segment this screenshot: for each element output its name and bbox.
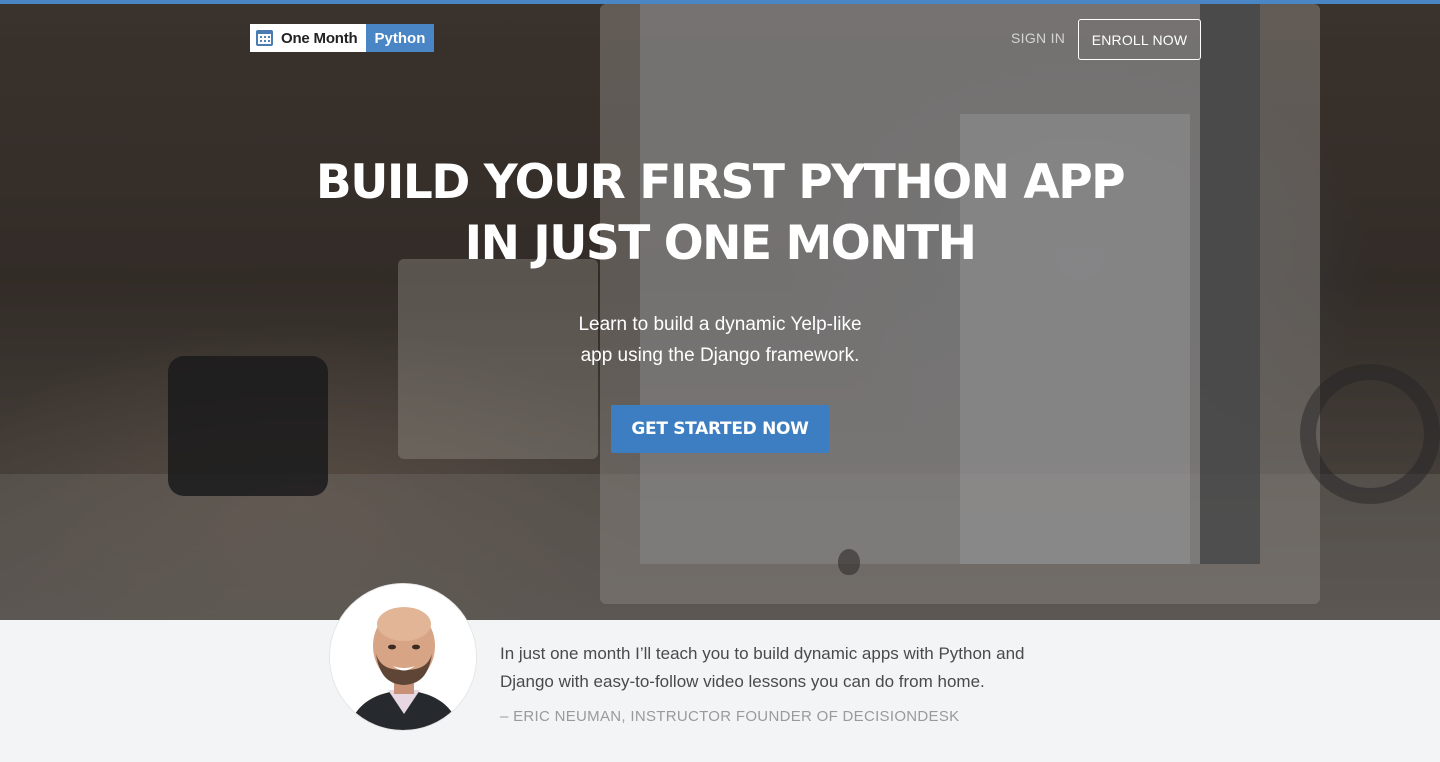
- logo-secondary-text: Python: [374, 29, 426, 47]
- site-logo[interactable]: One Month Python: [250, 24, 435, 52]
- logo-primary-text: One Month: [281, 29, 358, 47]
- hero-subtitle-line-2: app using the Django framework.: [580, 345, 860, 366]
- hero-subtitle: Learn to build a dynamic Yelp-like app u…: [520, 309, 920, 371]
- logo-primary-block: One Month: [250, 24, 366, 52]
- testimonial-author: – ERIC NEUMAN, INSTRUCTOR FOUNDER OF DEC…: [500, 708, 960, 725]
- hero-title-line-2: IN JUST ONE MONTH: [464, 216, 977, 271]
- testimonial-quote: In just one month I’ll teach you to buil…: [500, 644, 1025, 691]
- calendar-icon: [256, 30, 273, 46]
- sign-in-link[interactable]: SIGN IN: [1011, 30, 1065, 46]
- get-started-button[interactable]: GET STARTED NOW: [611, 405, 829, 453]
- hero-title-line-1: BUILD YOUR FIRST PYTHON APP: [315, 155, 1126, 210]
- logo-secondary-block: Python: [365, 24, 435, 52]
- enroll-now-button[interactable]: ENROLL NOW: [1078, 19, 1201, 60]
- top-accent-bar: [0, 0, 1440, 4]
- top-navigation: One Month Python SIGN IN ENROLL NOW: [0, 4, 1440, 74]
- hero-subtitle-line-1: Learn to build a dynamic Yelp-like: [578, 314, 862, 335]
- hero-title: BUILD YOUR FIRST PYTHON APP IN JUST ONE …: [0, 152, 1440, 274]
- instructor-avatar: [329, 583, 477, 731]
- instructor-photo: [330, 584, 476, 730]
